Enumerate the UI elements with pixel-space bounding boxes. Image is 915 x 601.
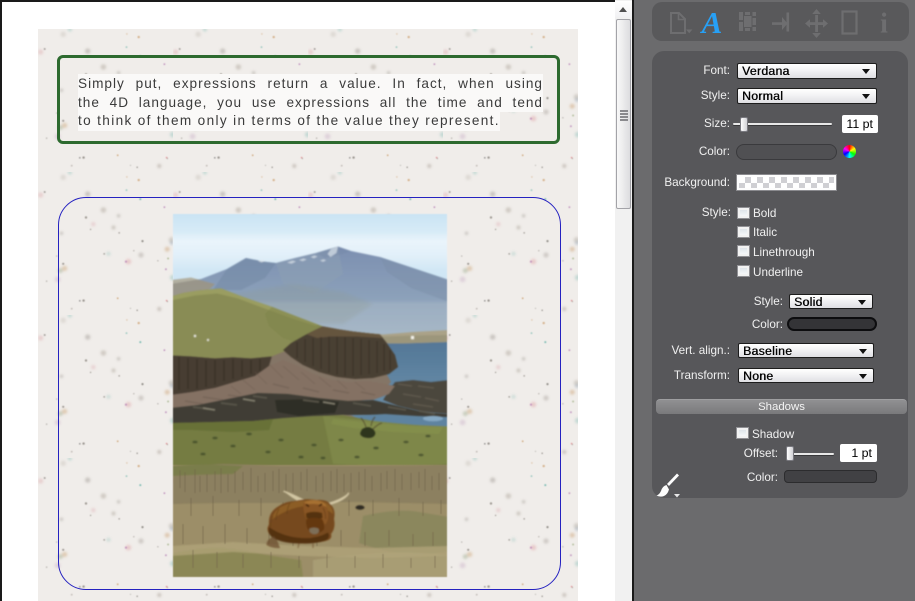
svg-text:A: A: [700, 5, 723, 40]
svg-text:i: i: [880, 9, 888, 40]
